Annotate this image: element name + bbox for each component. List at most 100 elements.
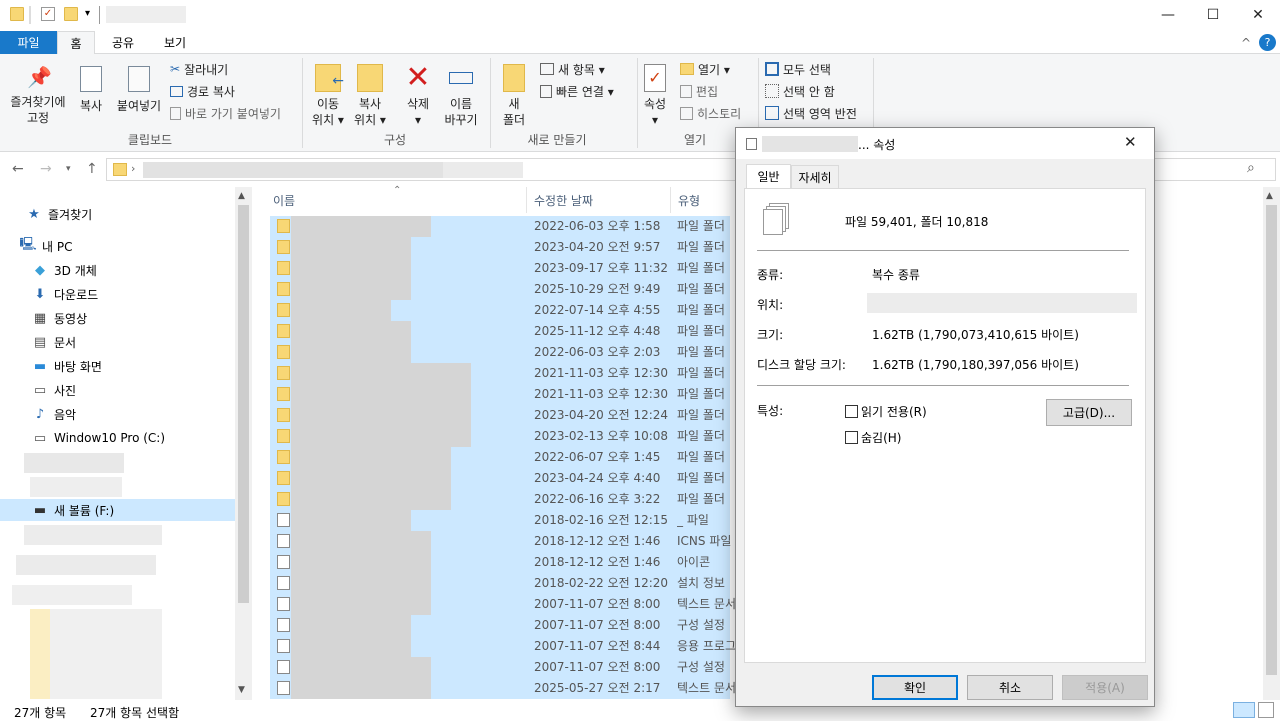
nav-quick-access[interactable]: ★ 즐겨찾기 (26, 203, 92, 225)
table-row[interactable]: 2022-06-03 오후 2:03 파일 폴더 (270, 342, 730, 363)
cut-button[interactable]: ✂ 잘라내기 (170, 59, 228, 79)
easy-access-button[interactable]: 빠른 연결 ▾ (540, 81, 614, 101)
dialog-close-button[interactable]: ✕ (1124, 133, 1137, 151)
table-row[interactable]: 2018-02-16 오전 12:15 _ 파일 (270, 510, 730, 531)
tab-share[interactable]: 공유 (103, 31, 143, 54)
nav-documents[interactable]: ▤ 문서 (32, 331, 76, 353)
table-row[interactable]: 2018-12-12 오전 1:46 ICNS 파일 (270, 531, 731, 552)
table-row[interactable]: 2021-11-03 오후 12:30 파일 폴더 (270, 384, 730, 405)
table-row[interactable]: 2025-10-29 오전 9:49 파일 폴더 (270, 279, 730, 300)
history-button[interactable]: 히스토리 (680, 103, 741, 123)
table-row[interactable]: 2022-06-03 오후 1:58 파일 폴더 (270, 216, 730, 237)
advanced-button[interactable]: 고급(D)... (1046, 399, 1132, 426)
properties-button[interactable]: ✓ 속성 ▾ (640, 64, 670, 128)
table-row[interactable]: 2025-05-27 오전 2:17 텍스트 문서 (270, 678, 736, 699)
table-row[interactable]: 2025-11-12 오후 4:48 파일 폴더 (270, 321, 730, 342)
table-row[interactable]: 2022-06-07 오후 1:45 파일 폴더 (270, 447, 730, 468)
scroll-thumb[interactable] (1266, 205, 1277, 675)
properties-icon[interactable]: ✓ (41, 7, 55, 21)
invert-selection-button[interactable]: 선택 영역 반전 (765, 103, 857, 123)
table-row[interactable]: 2018-12-12 오전 1:46 아이콘 (270, 552, 730, 573)
ribbon-collapse-icon[interactable]: ^ (1238, 31, 1254, 54)
column-header-type[interactable]: 유형 (672, 187, 742, 213)
new-folder-icon[interactable] (64, 7, 78, 21)
tab-file[interactable]: 파일 (0, 31, 57, 54)
recent-locations-icon[interactable]: ▾ (66, 164, 71, 174)
nav-drive-c[interactable]: ▭ Window10 Pro (C:) (32, 427, 165, 449)
nav-music[interactable]: ♪ 음악 (32, 403, 76, 425)
forward-arrow-icon[interactable]: → (40, 161, 52, 177)
pin-quick-access-button[interactable]: 📌 즐겨찾기에 고정 (4, 66, 72, 126)
nav-blurred-item[interactable] (24, 453, 124, 473)
apply-button[interactable]: 적용(A) (1062, 675, 1148, 700)
file-icon (277, 513, 290, 527)
table-row[interactable]: 2021-11-03 오후 12:30 파일 폴더 (270, 363, 730, 384)
table-row[interactable]: 2023-04-24 오후 4:40 파일 폴더 (270, 468, 730, 489)
tab-general[interactable]: 일반 (746, 164, 791, 189)
table-row[interactable]: 2023-04-20 오전 9:57 파일 폴더 (270, 237, 730, 258)
new-folder-button[interactable]: 새 폴더 (494, 64, 534, 128)
nav-blurred-item[interactable] (30, 477, 122, 497)
table-row[interactable]: 2007-11-07 오전 8:00 구성 설정 (270, 657, 730, 678)
table-row[interactable]: 2023-02-13 오후 10:08 파일 폴더 (270, 426, 730, 447)
nav-blurred-item[interactable] (30, 609, 50, 699)
table-row[interactable]: 2023-04-20 오전 12:24 파일 폴더 (270, 405, 730, 426)
paste-shortcut-button[interactable]: 바로 가기 붙여넣기 (170, 103, 281, 123)
nav-drive-f[interactable]: ▬ 새 볼륨 (F:) (0, 499, 235, 521)
cancel-button[interactable]: 취소 (967, 675, 1053, 700)
list-scrollbar[interactable]: ▲ (1263, 187, 1280, 700)
general-panel: 파일 59,401, 폴더 10,818 종류: 복수 종류 위치: 크기: 1… (744, 188, 1146, 663)
help-icon[interactable]: ? (1259, 34, 1276, 51)
nav-blurred-item[interactable] (24, 525, 162, 545)
copy-to-button[interactable]: 복사 위치 ▾ (350, 64, 390, 128)
up-arrow-icon[interactable]: ↑ (86, 161, 98, 177)
table-row[interactable]: 2022-06-16 오후 3:22 파일 폴더 (270, 489, 730, 510)
nav-blurred-item[interactable] (50, 609, 162, 699)
scroll-down-icon[interactable]: ▼ (238, 685, 245, 695)
new-item-button[interactable]: 새 항목 ▾ (540, 59, 605, 79)
back-arrow-icon[interactable]: ← (12, 161, 24, 177)
nav-3d-objects[interactable]: ◆ 3D 개체 (32, 259, 97, 281)
nav-videos[interactable]: ▦ 동영상 (32, 307, 87, 329)
nav-blurred-item[interactable] (12, 585, 132, 605)
hidden-checkbox[interactable]: 숨김(H) (845, 429, 901, 446)
tab-details[interactable]: 자세히 (791, 165, 839, 189)
copy-button[interactable]: 복사 (74, 66, 108, 114)
maximize-button[interactable]: ☐ (1190, 0, 1236, 30)
search-icon[interactable]: ⌕ (1247, 160, 1255, 176)
scroll-thumb[interactable] (238, 205, 249, 603)
tiles-view-icon[interactable] (1258, 702, 1274, 718)
nav-pictures[interactable]: ▭ 사진 (32, 379, 76, 401)
nav-scrollbar[interactable]: ▲ ▼ (235, 187, 252, 700)
nav-this-pc[interactable]: 🖳 내 PC (19, 235, 72, 257)
readonly-checkbox[interactable]: 읽기 전용(R) (845, 403, 927, 420)
ok-button[interactable]: 확인 (872, 675, 958, 700)
tab-home[interactable]: 홈 (57, 31, 95, 55)
scroll-up-icon[interactable]: ▲ (1266, 191, 1273, 201)
close-button[interactable]: ✕ (1235, 0, 1280, 30)
delete-button[interactable]: ✕ 삭제 ▾ (398, 63, 438, 128)
customize-quick-access-icon[interactable]: ▾ (85, 7, 99, 21)
paste-button[interactable]: 붙여넣기 (112, 66, 166, 114)
minimize-button[interactable]: — (1145, 0, 1191, 30)
table-row[interactable]: 2007-11-07 오전 8:00 텍스트 문서 (270, 594, 736, 615)
nav-desktop[interactable]: ▬ 바탕 화면 (32, 355, 102, 377)
open-button[interactable]: 열기 ▾ (680, 59, 730, 79)
table-row[interactable]: 2007-11-07 오전 8:44 응용 프로그램 (270, 636, 737, 657)
nav-blurred-item[interactable] (16, 555, 156, 575)
table-row[interactable]: 2023-09-17 오후 11:32 파일 폴더 (270, 258, 730, 279)
copy-path-button[interactable]: 경로 복사 (170, 81, 235, 101)
tab-view[interactable]: 보기 (155, 31, 195, 54)
move-to-button[interactable]: ← 이동 위치 ▾ (306, 64, 350, 128)
scroll-up-icon[interactable]: ▲ (238, 191, 245, 201)
column-header-date[interactable]: 수정한 날짜 (528, 187, 671, 213)
table-row[interactable]: 2018-02-22 오전 12:20 설치 정보 (270, 573, 730, 594)
select-all-button[interactable]: 모두 선택 (765, 59, 831, 79)
table-row[interactable]: 2022-07-14 오후 4:55 파일 폴더 (270, 300, 730, 321)
select-none-button[interactable]: 선택 안 함 (765, 81, 835, 101)
table-row[interactable]: 2007-11-07 오전 8:00 구성 설정 (270, 615, 730, 636)
nav-downloads[interactable]: ⬇ 다운로드 (32, 283, 99, 305)
details-view-icon[interactable] (1233, 702, 1255, 718)
rename-button[interactable]: 이름 바꾸기 (440, 64, 482, 128)
edit-button[interactable]: 편집 (680, 81, 718, 101)
